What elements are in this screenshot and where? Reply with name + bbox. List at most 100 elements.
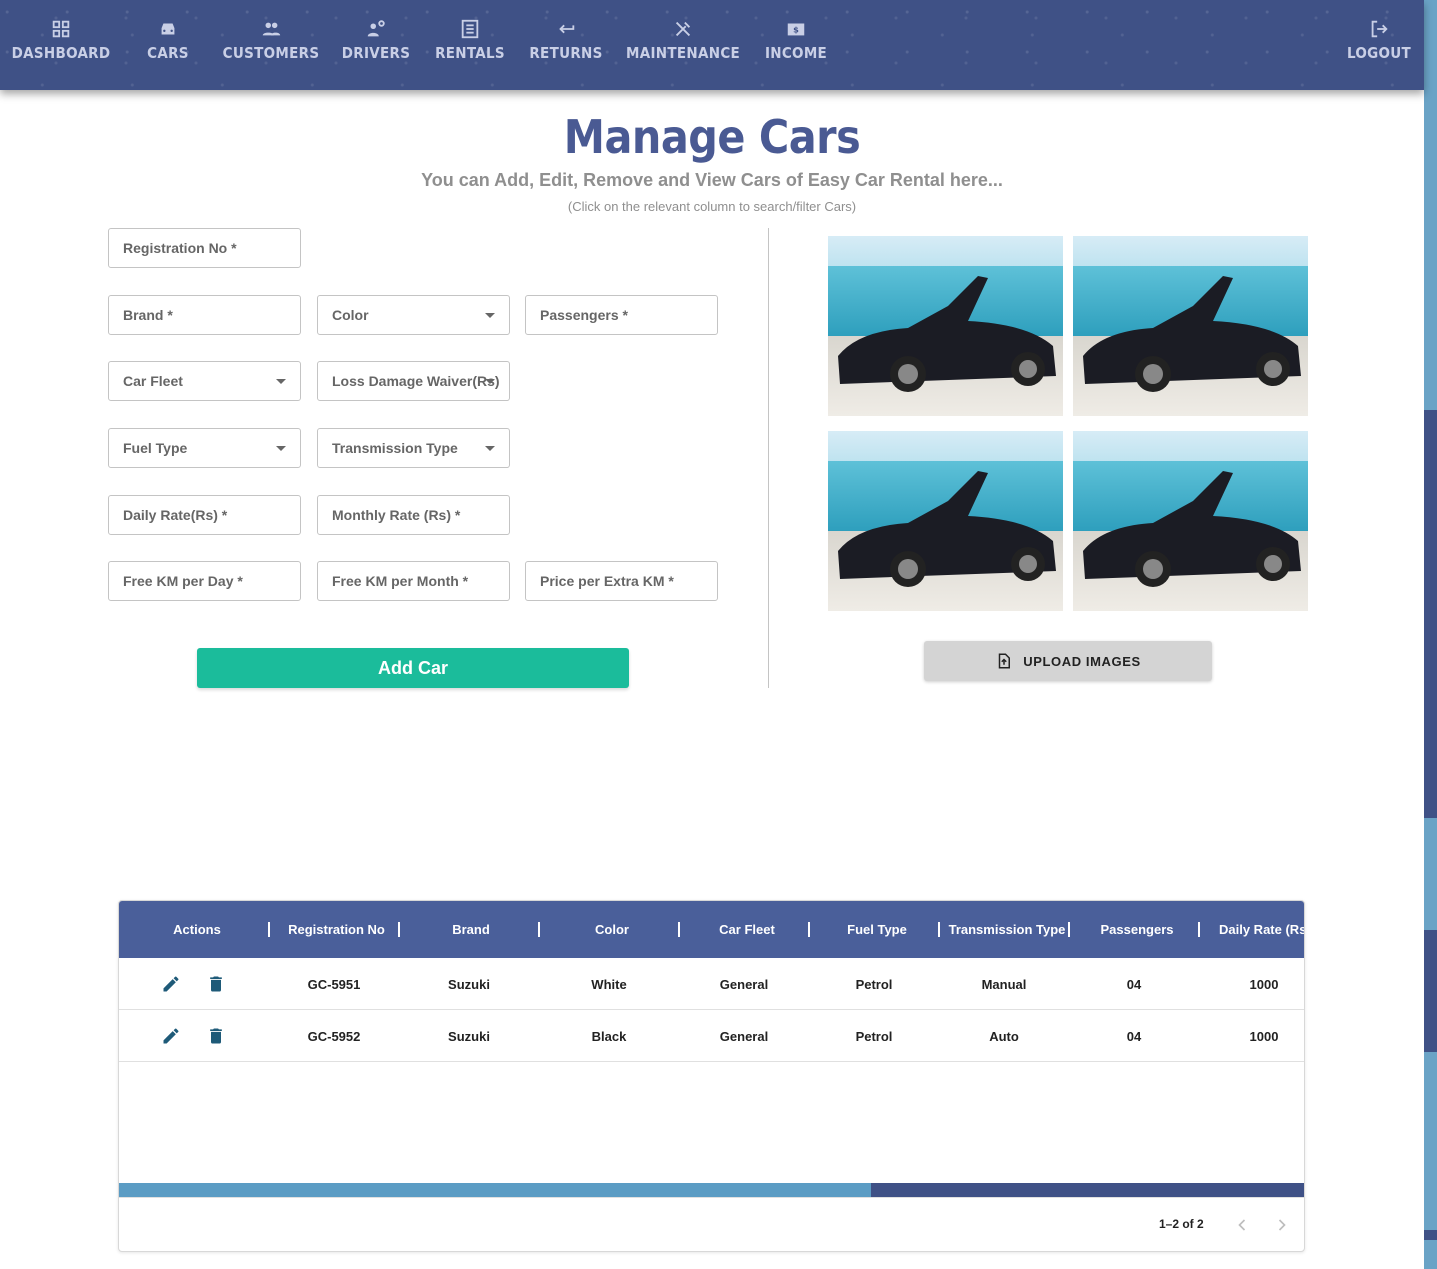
delete-trash-icon[interactable] <box>206 1026 226 1046</box>
column-header-brand[interactable]: Brand <box>406 901 536 958</box>
nav-label: LOGOUT <box>1346 44 1412 62</box>
chevron-right-icon[interactable] <box>1272 1215 1292 1235</box>
field-label: Monthly Rate (Rs) * <box>332 507 461 523</box>
list-icon <box>461 19 479 39</box>
cars-table: Actions Registration No Brand Color Car … <box>118 900 1305 1252</box>
column-header-passengers[interactable]: Passengers <box>1072 901 1202 958</box>
field-label: Registration No * <box>123 240 237 256</box>
nav-income[interactable]: $ INCOME <box>764 18 828 70</box>
caret-down-icon <box>485 313 495 318</box>
nav-rentals[interactable]: RENTALS <box>435 18 505 70</box>
scrollbar-segment <box>1424 410 1437 818</box>
cell-color: Black <box>591 1028 627 1044</box>
column-separator[interactable] <box>808 922 810 937</box>
car-image <box>1073 431 1308 611</box>
chevron-left-icon[interactable] <box>1232 1215 1252 1235</box>
field-label: Brand * <box>123 307 173 323</box>
nav-customers[interactable]: CUSTOMERS <box>223 18 319 70</box>
field-label: Price per Extra KM * <box>540 573 674 589</box>
top-navbar: DASHBOARD CARS CUSTOMERS DRIVERS RENTALS… <box>0 0 1424 90</box>
table-horizontal-scrollbar[interactable] <box>119 1183 1304 1197</box>
scrollbar-segment <box>1424 930 1437 1052</box>
nav-maintenance[interactable]: MAINTENANCE <box>626 18 740 70</box>
free-km-day-field[interactable]: Free KM per Day * <box>108 561 301 601</box>
upload-images-button[interactable]: UPLOAD IMAGES <box>924 641 1212 681</box>
column-header-color[interactable]: Color <box>547 901 677 958</box>
field-label: Passengers * <box>540 307 628 323</box>
nav-label: RENTALS <box>435 44 505 62</box>
column-header-actions[interactable]: Actions <box>139 901 255 958</box>
car-fleet-select[interactable]: Car Fleet <box>108 361 301 401</box>
cell-car-fleet: General <box>719 976 769 992</box>
cell-daily-rate: 1000 <box>1249 976 1279 992</box>
caret-down-icon <box>485 379 495 384</box>
column-header-fuel-type[interactable]: Fuel Type <box>812 901 942 958</box>
money-icon: $ <box>787 23 805 36</box>
edit-pencil-icon[interactable] <box>161 974 181 994</box>
page-title: Manage Cars <box>563 110 861 164</box>
price-extra-km-field[interactable]: Price per Extra KM * <box>525 561 718 601</box>
transmission-type-select[interactable]: Transmission Type <box>317 428 510 468</box>
cell-passengers: 04 <box>1126 976 1142 992</box>
monthly-rate-field[interactable]: Monthly Rate (Rs) * <box>317 495 510 535</box>
edit-pencil-icon[interactable] <box>161 1026 181 1046</box>
column-header-registration-no[interactable]: Registration No <box>274 901 399 958</box>
nav-label: INCOME <box>764 44 828 62</box>
free-km-month-field[interactable]: Free KM per Month * <box>317 561 510 601</box>
column-separator[interactable] <box>1198 922 1200 937</box>
table-row[interactable]: GC-5952 Suzuki Black General Petrol Auto… <box>119 1010 1304 1062</box>
daily-rate-field[interactable]: Daily Rate(Rs) * <box>108 495 301 535</box>
field-label: Free KM per Day * <box>123 573 243 589</box>
color-select[interactable]: Color <box>317 295 510 335</box>
column-header-transmission-type[interactable]: Transmission Type <box>942 901 1072 958</box>
nav-label: RETURNS <box>529 44 603 62</box>
cell-daily-rate: 1000 <box>1249 1028 1279 1044</box>
vertical-divider <box>768 228 769 688</box>
upload-images-label: UPLOAD IMAGES <box>1023 653 1141 669</box>
upload-file-icon <box>998 653 1011 669</box>
car-image <box>828 431 1063 611</box>
nav-label: CUSTOMERS <box>222 44 320 62</box>
column-header-car-fleet[interactable]: Car Fleet <box>682 901 812 958</box>
passengers-field[interactable]: Passengers * <box>525 295 718 335</box>
fuel-type-select[interactable]: Fuel Type <box>108 428 301 468</box>
delete-trash-icon[interactable] <box>206 974 226 994</box>
field-label: Color <box>332 307 369 323</box>
column-separator[interactable] <box>678 922 680 937</box>
loss-damage-waiver-select[interactable]: Loss Damage Waiver(Rs) <box>317 361 510 401</box>
field-label: Daily Rate(Rs) * <box>123 507 228 523</box>
column-separator[interactable] <box>268 922 270 937</box>
cell-color: White <box>591 976 627 992</box>
driver-icon <box>367 20 385 37</box>
pagination-text: 1–2 of 2 <box>1159 1217 1204 1231</box>
caret-down-icon <box>276 446 286 451</box>
field-label: Free KM per Month * <box>332 573 469 589</box>
table-row[interactable]: GC-5951 Suzuki White General Petrol Manu… <box>119 958 1304 1010</box>
nav-dashboard[interactable]: DASHBOARD <box>12 18 110 70</box>
column-separator[interactable] <box>398 922 400 937</box>
car-icon <box>161 23 175 35</box>
nav-logout[interactable]: LOGOUT <box>1346 18 1412 70</box>
table-header: Actions Registration No Brand Color Car … <box>119 901 1304 958</box>
column-separator[interactable] <box>538 922 540 937</box>
logout-icon <box>1371 20 1388 38</box>
column-separator[interactable] <box>938 922 940 937</box>
nav-drivers[interactable]: DRIVERS <box>342 18 410 70</box>
page-scrollbar[interactable] <box>1424 0 1437 1269</box>
page-subtitle: You can Add, Edit, Remove and View Cars … <box>421 170 1003 190</box>
registration-no-field[interactable]: Registration No * <box>108 228 301 268</box>
add-car-button[interactable]: Add Car <box>197 648 629 688</box>
nav-returns[interactable]: RETURNS <box>529 18 602 70</box>
scrollbar-segment <box>1424 1230 1437 1240</box>
column-header-daily-rate[interactable]: Daily Rate (Rs <box>1219 901 1304 958</box>
scrollbar-thumb[interactable] <box>119 1183 871 1197</box>
column-separator[interactable] <box>1068 922 1070 937</box>
table-footer-divider <box>119 1197 1304 1198</box>
nav-cars[interactable]: CARS <box>146 18 190 70</box>
caret-down-icon <box>485 446 495 451</box>
cell-fuel-type: Petrol <box>855 976 893 992</box>
field-label: Loss Damage Waiver(Rs) <box>332 373 500 389</box>
nav-label: DRIVERS <box>341 44 411 62</box>
brand-field[interactable]: Brand * <box>108 295 301 335</box>
field-label: Transmission Type <box>332 440 458 456</box>
